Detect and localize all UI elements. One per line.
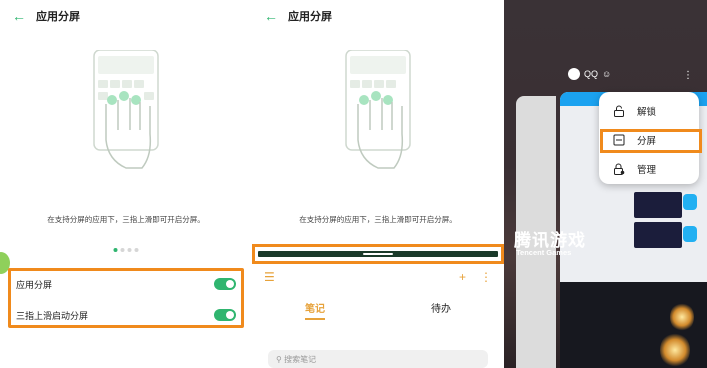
tab-todo[interactable]: 待办 <box>431 300 451 320</box>
page-dot-active <box>113 248 118 252</box>
header: ← 应用分屏 <box>12 8 80 24</box>
share-button[interactable] <box>683 194 697 210</box>
game-subtitle: Tencent Games <box>516 248 572 257</box>
setting-label: 三指上滑启动分屏 <box>16 310 89 321</box>
notes-search-input[interactable]: ⚲ 搜索笔记 <box>268 350 488 368</box>
more-icon[interactable]: ⋮ <box>480 270 492 284</box>
header: ← 应用分屏 <box>264 8 332 24</box>
page-title: 应用分屏 <box>36 11 80 23</box>
content-thumbnail <box>634 222 682 248</box>
description-text: 在支持分屏的应用下，三指上滑即可开启分屏。 <box>47 215 205 224</box>
search-placeholder: 搜索笔记 <box>284 355 317 364</box>
split-screen-active-panel: ← 应用分屏 在支持分屏的应用下，三指上滑即可开启分屏。 ☰ + ⋮ 笔记 待办… <box>252 0 504 368</box>
glow-decoration <box>660 332 690 368</box>
page-dot <box>120 248 125 252</box>
notes-toolbar: ☰ + ⋮ <box>264 270 492 284</box>
setting-label: 应用分屏 <box>16 279 53 290</box>
page-title: 应用分屏 <box>288 11 332 23</box>
page-dot <box>134 248 139 252</box>
glow-decoration <box>670 302 694 332</box>
split-divider-highlight <box>252 244 504 264</box>
content-thumbnail <box>634 192 682 218</box>
back-arrow-icon[interactable]: ← <box>264 9 278 23</box>
menu-item-unlock[interactable]: 解锁 <box>613 104 656 118</box>
back-arrow-icon[interactable]: ← <box>12 9 26 23</box>
qq-app-icon <box>568 68 580 80</box>
setting-row-split-screen[interactable]: 应用分屏 <box>16 274 236 294</box>
add-icon[interactable]: + <box>459 270 466 284</box>
page-dot <box>127 248 132 252</box>
more-options-icon[interactable]: ⋮ <box>683 70 693 81</box>
menu-icon[interactable]: ☰ <box>264 270 275 284</box>
split-screen-settings-panel: ← 应用分屏 在支持分屏的应用下，三指上滑即可开启分屏。 应用分屏 三指上滑启动… <box>0 0 252 368</box>
split-menu-highlight <box>600 129 702 153</box>
recent-apps-panel: QQ ☺ ⋮ 腾讯游戏 Tencent Games 解锁 分屏 管理 <box>504 0 707 368</box>
app-name: QQ <box>584 69 599 79</box>
lock-gear-icon <box>614 163 625 175</box>
three-finger-swipe-illustration <box>345 50 411 169</box>
menu-label: 管理 <box>637 165 657 176</box>
unlock-icon <box>614 105 624 117</box>
app-card-header: QQ ☺ <box>568 68 611 80</box>
search-icon: ⚲ <box>276 355 285 364</box>
page-indicator <box>113 248 139 252</box>
divider-handle[interactable] <box>363 253 393 255</box>
menu-label: 解锁 <box>637 107 657 118</box>
three-finger-swipe-illustration <box>93 50 159 169</box>
notes-tabs: 笔记 待办 <box>252 300 504 320</box>
penguin-icon: ☺ <box>602 69 612 79</box>
setting-row-three-finger[interactable]: 三指上滑启动分屏 <box>16 305 236 325</box>
tab-notes[interactable]: 笔记 <box>305 300 325 320</box>
menu-item-manage[interactable]: 管理 <box>613 162 656 176</box>
split-screen-toggle[interactable] <box>214 278 236 290</box>
description-text: 在支持分屏的应用下，三指上滑即可开启分屏。 <box>299 215 457 224</box>
game-banner <box>560 282 707 368</box>
three-finger-toggle[interactable] <box>214 309 236 321</box>
share-button[interactable] <box>683 226 697 242</box>
